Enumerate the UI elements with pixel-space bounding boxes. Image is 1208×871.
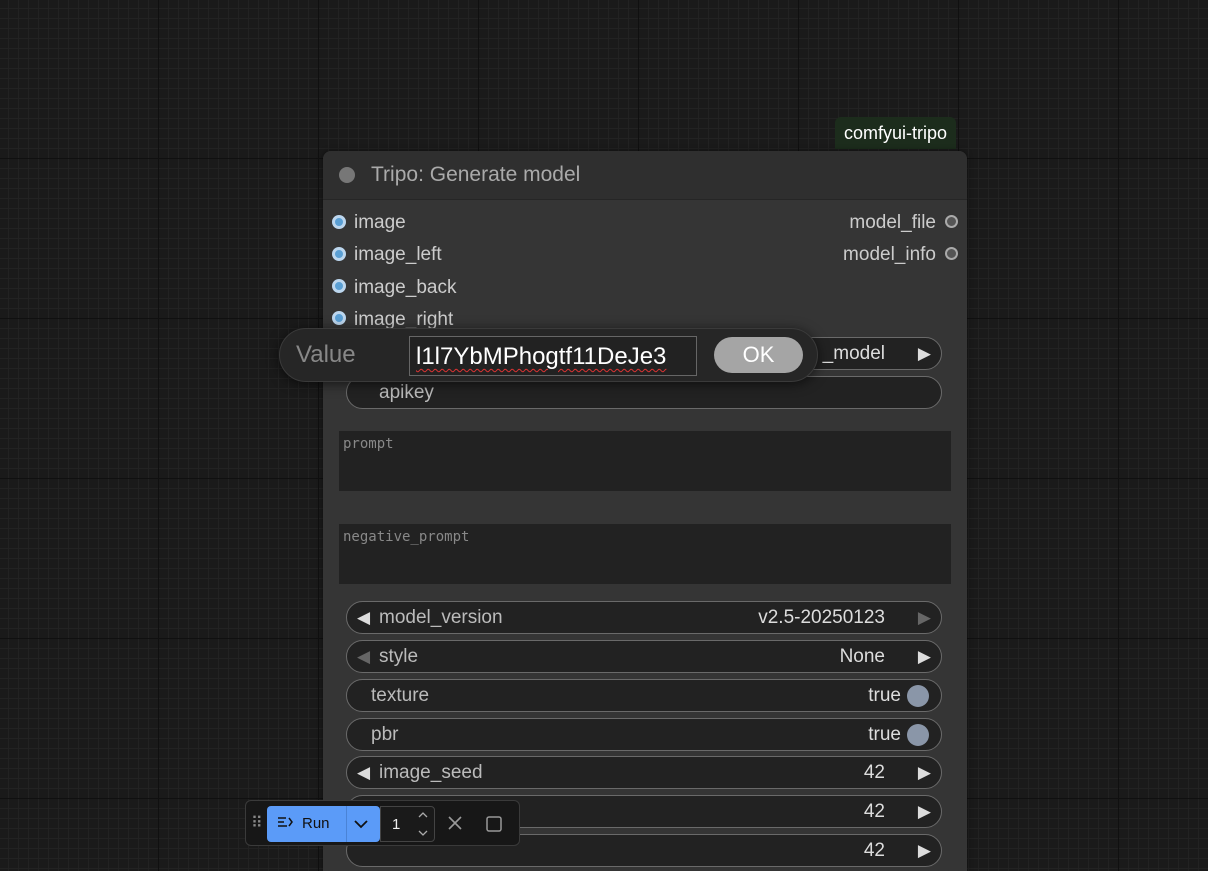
drag-handle-icon[interactable]: ⠿ [251, 813, 263, 833]
decrement-chevron-icon[interactable] [417, 827, 429, 839]
value-prompt-dialog: Value l1l7YbMPhogtf11DeJe3 OK [279, 328, 818, 382]
model-version-value: v2.5-20250123 [758, 607, 885, 628]
input-slot-image-back-dot[interactable] [332, 279, 346, 293]
style-next-arrow-icon[interactable]: ▶ [918, 647, 931, 667]
pbr-value: true [868, 724, 901, 745]
ok-button[interactable]: OK [714, 337, 803, 373]
style-combo[interactable]: ◀ style None ▶ [346, 640, 942, 673]
output-slot-model-info-dot[interactable] [945, 247, 958, 260]
node-header[interactable]: Tripo: Generate model [323, 151, 967, 200]
pbr-toggle-indicator[interactable] [907, 724, 929, 746]
stop-square-icon[interactable] [485, 815, 503, 833]
image-seed-decrement-icon[interactable]: ◀ [357, 763, 370, 783]
output-slot-model-file-label: model_file [849, 212, 936, 233]
close-icon[interactable] [446, 814, 464, 832]
run-button[interactable]: Run [267, 806, 380, 842]
node-source-badge: comfyui-tripo [835, 117, 957, 149]
run-separator [346, 806, 347, 842]
texture-toggle[interactable]: texture true [346, 679, 942, 712]
style-label: style [379, 646, 419, 667]
run-toolbar: ⠿ Run 1 [245, 800, 520, 846]
value-label: Value [296, 341, 356, 368]
texture-value: true [868, 685, 901, 706]
input-slot-image-left-dot[interactable] [332, 247, 346, 261]
model-version-label: model_version [379, 607, 503, 628]
image-seed-value: 42 [863, 762, 885, 783]
value-input[interactable]: l1l7YbMPhogtf11DeJe3 [409, 336, 697, 376]
mode-combo-value: _model [822, 343, 885, 364]
output-slot-model-file-dot[interactable] [945, 215, 958, 228]
texture-label: texture [371, 685, 430, 706]
tripo-generate-node[interactable]: Tripo: Generate model image image_left i… [323, 151, 967, 871]
model-version-combo[interactable]: ◀ model_version v2.5-20250123 ▶ [346, 601, 942, 634]
batch-count-input[interactable]: 1 [380, 806, 435, 842]
seed-increment-icon-2[interactable]: ▶ [918, 841, 931, 861]
model-version-prev-arrow-icon[interactable]: ◀ [357, 608, 370, 628]
run-label: Run [302, 815, 330, 832]
style-value: None [839, 646, 885, 667]
value-input-text: l1l7YbMPhogtf11DeJe3 [416, 343, 667, 370]
input-slot-image-dot[interactable] [332, 215, 346, 229]
style-prev-arrow-icon[interactable]: ◀ [357, 647, 370, 667]
input-slot-image-back-label: image_back [354, 277, 457, 298]
texture-toggle-indicator[interactable] [907, 685, 929, 707]
increment-chevron-icon[interactable] [417, 809, 429, 821]
seed-value-2: 42 [863, 840, 885, 861]
image-seed-increment-icon[interactable]: ▶ [918, 763, 931, 783]
pbr-toggle[interactable]: pbr true [346, 718, 942, 751]
node-collapse-dot[interactable] [339, 167, 355, 183]
model-version-next-arrow-icon[interactable]: ▶ [918, 608, 931, 628]
image-seed-label: image_seed [379, 762, 483, 783]
queue-icon [278, 817, 293, 827]
input-slot-image-right-dot[interactable] [332, 311, 346, 325]
seed-value: 42 [863, 801, 885, 822]
seed-increment-icon[interactable]: ▶ [918, 802, 931, 822]
input-slot-image-label: image [354, 212, 406, 233]
apikey-label: apikey [379, 382, 434, 403]
image-seed-number[interactable]: ◀ image_seed 42 ▶ [346, 756, 942, 789]
batch-count-value: 1 [392, 816, 401, 833]
prompt-textarea[interactable]: prompt [339, 431, 951, 491]
negative-prompt-textarea[interactable]: negative_prompt [339, 524, 951, 584]
output-slot-model-info-label: model_info [843, 244, 936, 265]
chevron-down-icon[interactable] [353, 816, 369, 832]
pbr-label: pbr [371, 724, 399, 745]
mode-next-arrow-icon[interactable]: ▶ [918, 344, 931, 364]
input-slot-image-left-label: image_left [354, 244, 442, 265]
node-title: Tripo: Generate model [371, 163, 581, 186]
